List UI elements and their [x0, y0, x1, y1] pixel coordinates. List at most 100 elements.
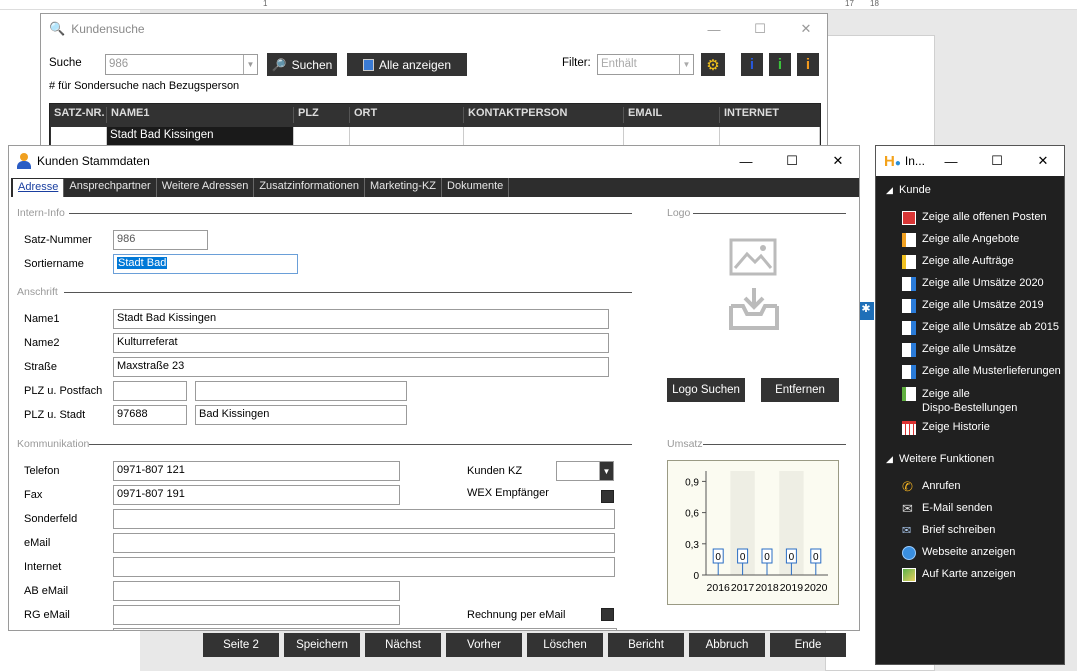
grid-cell[interactable] — [720, 127, 820, 145]
panel-item-label: Zeige alle Musterlieferungen — [922, 365, 1061, 377]
document-icon — [902, 255, 916, 269]
grid-header[interactable]: EMAIL — [624, 107, 720, 123]
filter-select[interactable]: Enthält ▼ — [597, 54, 694, 75]
close-button[interactable]: ✕ — [783, 14, 829, 44]
logo-search-button[interactable]: Logo Suchen — [667, 378, 745, 402]
show-all-button[interactable]: Alle anzeigen — [347, 53, 467, 76]
stadt-field[interactable]: Bad Kissingen — [195, 405, 407, 425]
grid-cell[interactable] — [294, 127, 350, 145]
close-button[interactable]: ✕ — [1020, 146, 1066, 176]
tab-marketing-kz[interactable]: Marketing-KZ — [365, 178, 443, 197]
grid-header[interactable]: ORT — [350, 107, 464, 123]
end-button[interactable]: Ende — [770, 633, 846, 657]
grid-cell[interactable] — [624, 127, 720, 145]
report-button[interactable]: Bericht — [608, 633, 684, 657]
grid-cell[interactable] — [51, 127, 107, 145]
email-label: eMail — [24, 537, 51, 549]
document-red-icon — [902, 211, 916, 225]
grid-header[interactable]: KONTAKTPERSON — [464, 107, 624, 123]
info-blue-icon[interactable]: i — [741, 53, 763, 76]
postfach-field[interactable] — [195, 381, 407, 401]
rg-email-field[interactable] — [113, 605, 400, 625]
search-input[interactable]: 986 ▼ — [105, 54, 258, 75]
chevron-down-icon[interactable]: ▼ — [599, 462, 613, 480]
sortiername-field[interactable]: Stadt Bad — [113, 254, 298, 274]
panel-item-email-senden[interactable]: ✉ E-Mail senden — [902, 502, 992, 516]
save-button[interactable]: Speichern — [284, 633, 360, 657]
tab-adresse[interactable]: Adresse — [13, 179, 65, 197]
seite2-button[interactable]: Seite 2 — [203, 633, 279, 657]
grid-header[interactable]: SATZ-NR. — [50, 107, 107, 123]
telefon-field[interactable]: 0971-807 121 — [113, 461, 400, 481]
y-tick-label: 0,6 — [685, 509, 699, 520]
document-blue-icon — [902, 321, 916, 335]
previous-button[interactable]: Vorher — [446, 633, 522, 657]
panel-item-umsaetze-ab-2015[interactable]: Zeige alle Umsätze ab 2015 — [902, 321, 1059, 335]
stamm-titlebar: Kunden Stammdaten — ☐ ✕ — [9, 146, 859, 176]
ruler-mark: 1 — [263, 0, 268, 8]
info-orange-icon[interactable]: i — [797, 53, 819, 76]
grid-header[interactable]: NAME1 — [107, 107, 294, 123]
rechnung-email-checkbox[interactable] — [601, 608, 614, 621]
panel-item-auftraege[interactable]: Zeige alle Aufträge — [902, 255, 1014, 269]
panel-item-label: Zeige alle offenen Posten — [922, 211, 1047, 223]
next-button[interactable]: Nächst — [365, 633, 441, 657]
maximize-button[interactable]: ☐ — [974, 146, 1020, 176]
grid-cell[interactable] — [464, 127, 624, 145]
satz-nummer-field[interactable]: 986 — [113, 230, 208, 250]
info-green-icon[interactable]: i — [769, 53, 791, 76]
panel-item-dispo[interactable]: Zeige alle Dispo-Bestellungen — [902, 387, 1017, 415]
tab-ansprechpartner[interactable]: Ansprechpartner — [64, 178, 157, 197]
fax-label: Fax — [24, 489, 43, 501]
panel-item-umsaetze-2019[interactable]: Zeige alle Umsätze 2019 — [902, 299, 1044, 313]
grid-header[interactable]: INTERNET — [720, 107, 820, 123]
panel-item-musterlieferungen[interactable]: Zeige alle Musterlieferungen — [902, 365, 1061, 379]
grid-header[interactable]: PLZ — [294, 107, 350, 123]
close-button[interactable]: ✕ — [815, 146, 861, 176]
plz-field[interactable]: 97688 — [113, 405, 187, 425]
group-weitere-funktionen[interactable]: ◢ Weitere Funktionen — [886, 453, 994, 465]
grid-cell[interactable] — [350, 127, 464, 145]
y-tick-label: 0,3 — [685, 540, 699, 551]
cancel-button[interactable]: Abbruch — [689, 633, 765, 657]
strasse-label: Straße — [24, 361, 58, 373]
grid-cell-selected[interactable]: Stadt Bad Kissingen — [107, 127, 294, 145]
name1-field[interactable]: Stadt Bad Kissingen — [113, 309, 609, 329]
group-kunde[interactable]: ◢ Kunde — [886, 184, 931, 196]
fax-field[interactable]: 0971-807 191 — [113, 485, 400, 505]
ab-email-field[interactable] — [113, 581, 400, 601]
panel-item-karte[interactable]: Auf Karte anzeigen — [902, 568, 1016, 582]
maximize-button[interactable]: ☐ — [769, 146, 815, 176]
kunden-kz-select[interactable]: ▼ — [556, 461, 614, 481]
plz-postfach-plz-field[interactable] — [113, 381, 187, 401]
sonderfeld-field[interactable] — [113, 509, 615, 529]
search-button[interactable]: 🔎 Suchen — [267, 53, 337, 76]
remove-logo-button[interactable]: Entfernen — [761, 378, 839, 402]
strasse-field[interactable]: Maxstraße 23 — [113, 357, 609, 377]
gear-icon[interactable]: ⚙ — [701, 53, 725, 76]
panel-item-brief[interactable]: ✉ Brief schreiben — [902, 524, 995, 538]
minimize-button[interactable]: — — [928, 146, 974, 176]
maximize-button[interactable]: ☐ — [737, 14, 783, 44]
internet-field[interactable] — [113, 557, 615, 577]
panel-item-webseite[interactable]: Webseite anzeigen — [902, 546, 1015, 560]
panel-item-umsaetze-2020[interactable]: Zeige alle Umsätze 2020 — [902, 277, 1044, 291]
name2-field[interactable]: Kulturreferat — [113, 333, 609, 353]
wex-checkbox[interactable] — [601, 490, 614, 503]
panel-item-label: Anrufen — [922, 480, 961, 492]
chevron-down-icon[interactable]: ▼ — [679, 55, 693, 74]
tab-zusatzinformationen[interactable]: Zusatzinformationen — [254, 178, 365, 197]
minimize-button[interactable]: — — [691, 14, 737, 44]
panel-item-historie[interactable]: Zeige Historie — [902, 421, 990, 435]
panel-item-angebote[interactable]: Zeige alle Angebote — [902, 233, 1019, 247]
panel-item-umsaetze[interactable]: Zeige alle Umsätze — [902, 343, 1016, 357]
panel-item-offene-posten[interactable]: Zeige alle offenen Posten — [902, 211, 1047, 225]
minimize-button[interactable]: — — [723, 146, 769, 176]
email-field[interactable] — [113, 533, 615, 553]
panel-item-anrufen[interactable]: ✆ Anrufen — [902, 480, 961, 494]
tab-dokumente[interactable]: Dokumente — [442, 178, 510, 197]
tab-weitere-adressen[interactable]: Weitere Adressen — [157, 178, 255, 197]
phone-icon: ✆ — [902, 479, 913, 494]
chevron-down-icon[interactable]: ▼ — [243, 55, 257, 74]
delete-button[interactable]: Löschen — [527, 633, 603, 657]
